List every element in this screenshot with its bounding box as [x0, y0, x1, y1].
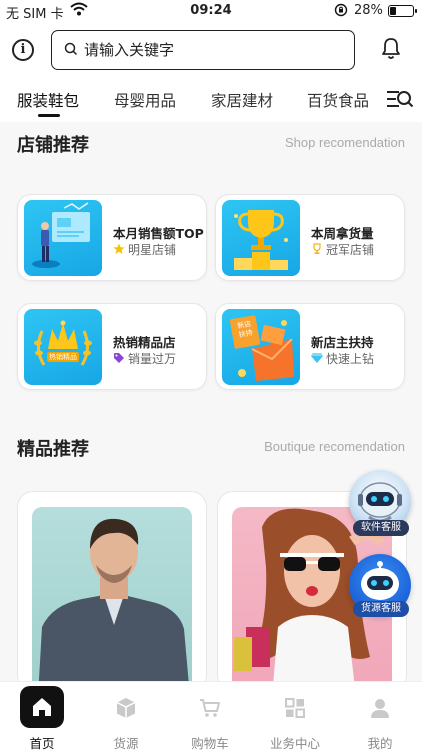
software-service-label[interactable]: 软件客服: [353, 520, 409, 536]
tab-label: 我的: [367, 736, 393, 750]
crown-laurel-illustration: 热销精品: [24, 309, 102, 385]
cart-icon: [200, 699, 220, 717]
tag-icon: [114, 353, 124, 363]
shop-card-hot-sales[interactable]: 热销精品 热销精品店 销量过万: [17, 303, 207, 390]
bell-icon[interactable]: [380, 37, 402, 61]
grid-icon: [285, 698, 305, 718]
gift-sign-illustration: 新店扶持: [222, 309, 300, 385]
hot-shop-banner: 热销精品: [47, 352, 79, 362]
search-bar[interactable]: [51, 30, 355, 70]
diamond-icon: [311, 353, 323, 363]
search-icon: [64, 42, 78, 56]
tab-business-center[interactable]: 业务中心: [253, 682, 337, 750]
shop-card-title: 热销精品店: [113, 335, 176, 350]
shop-badge: 销量过万: [113, 350, 176, 367]
shop-section-header: 店铺推荐 Shop recomendation: [0, 131, 422, 161]
section-title: 店铺推荐: [17, 135, 89, 156]
category-tab[interactable]: 百货食品: [307, 89, 369, 111]
category-tab[interactable]: 服装鞋包: [17, 89, 79, 111]
shop-badge-label: 快速上钻: [326, 352, 375, 366]
new-shop-sign: 新店扶持: [236, 319, 254, 340]
star-icon: [113, 243, 125, 254]
tab-label: 业务中心: [269, 736, 320, 750]
user-icon: [371, 699, 389, 718]
bottom-tab-bar: 首页 货源 购物车 业务中心 我的: [0, 681, 422, 750]
category-tabs: 服装鞋包 母婴用品 家居建材 百货食品: [0, 78, 422, 122]
category-filter-icon[interactable]: [386, 88, 414, 110]
tab-cart[interactable]: 购物车: [168, 682, 252, 750]
home-icon: [33, 698, 51, 716]
product-card[interactable]: [17, 491, 207, 691]
search-input[interactable]: [84, 37, 344, 63]
shop-badge: 快速上钻: [311, 350, 374, 367]
trophy-icon: [313, 243, 321, 254]
shop-badge-label: 冠军店铺: [326, 243, 375, 257]
active-category-indicator: [38, 114, 60, 117]
shop-badge: 明星店铺: [113, 241, 176, 258]
shop-badge-label: 销量过万: [128, 352, 177, 366]
shop-card-monthly-top[interactable]: 本月销售额TOP 明星店铺: [17, 194, 207, 281]
boutique-section-header: 精品推荐 Boutique recomendation: [0, 435, 422, 465]
supply-service-label[interactable]: 货源客服: [353, 601, 409, 617]
tab-supply[interactable]: 货源: [84, 682, 168, 750]
category-tab[interactable]: 家居建材: [211, 89, 273, 111]
section-subtitle: Shop recomendation: [285, 135, 405, 150]
category-tab[interactable]: 母婴用品: [114, 89, 176, 111]
box-icon: [116, 698, 136, 718]
section-title: 精品推荐: [17, 439, 89, 460]
shop-card-weekly-volume[interactable]: 本周拿货量 冠军店铺: [215, 194, 405, 281]
battery-icon: [388, 5, 417, 17]
shop-badge: 冠军店铺: [311, 241, 374, 258]
sales-chart-illustration: [24, 200, 102, 276]
battery-percent: 28%: [354, 3, 383, 18]
tab-profile[interactable]: 我的: [338, 682, 422, 750]
tab-home[interactable]: 首页: [0, 682, 84, 750]
shop-card-new-shop[interactable]: 新店扶持 新店主扶持 快速上钻: [215, 303, 405, 390]
shop-card-title: 新店主扶持: [311, 335, 374, 350]
tab-label: 货源: [113, 736, 139, 750]
info-icon[interactable]: i: [12, 39, 34, 61]
shop-card-title: 本月销售额TOP: [113, 226, 204, 241]
tab-label: 购物车: [191, 736, 229, 750]
shop-badge-label: 明星店铺: [128, 243, 177, 257]
section-subtitle: Boutique recomendation: [264, 439, 405, 454]
top-bar: i: [0, 22, 422, 78]
tab-label: 首页: [29, 736, 55, 750]
orientation-lock-icon: [334, 3, 348, 17]
shop-card-title: 本周拿货量: [311, 226, 374, 241]
status-bar: 无 SIM 卡 09:24 28%: [0, 0, 422, 22]
product-image-mens-shirt: [32, 507, 192, 690]
trophy-illustration: [222, 200, 300, 276]
